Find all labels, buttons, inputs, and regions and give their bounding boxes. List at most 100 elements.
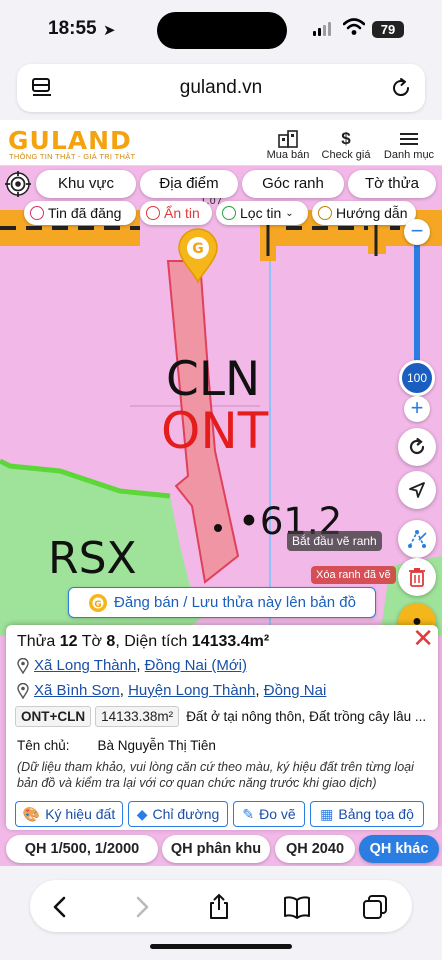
parcel-area: 14133.4m²: [191, 633, 270, 650]
posted-listings-button[interactable]: Tin đã đăng: [24, 201, 136, 225]
owner-name: Bà Nguyễn Thị Tiên: [97, 738, 216, 753]
refresh-map-button[interactable]: [398, 428, 436, 466]
battery-indicator: 79: [372, 21, 404, 38]
navigation-arrow-icon: [409, 482, 425, 498]
nav-label: Danh mục: [383, 149, 435, 161]
parcel-info-card: Thửa 12 Tờ 8, Diện tích 14133.4m² ✕ Xã L…: [6, 625, 438, 830]
clear-boundary-button[interactable]: [398, 558, 436, 596]
publish-label: Đăng bán / Lưu thửa này lên bản đồ: [114, 594, 356, 611]
url-domain[interactable]: guland.vn: [17, 77, 425, 99]
tab-qh-2040[interactable]: QH 2040: [275, 835, 355, 863]
zoom-level-knob[interactable]: 100: [399, 360, 435, 396]
parcel-number: 12: [59, 633, 78, 650]
tab-qh-1-500[interactable]: QH 1/500, 1/2000: [6, 835, 158, 863]
coordinate-table-button[interactable]: ▦ Bảng tọa độ: [310, 801, 424, 827]
close-card-icon[interactable]: ✕: [412, 625, 434, 651]
filter-pin-icon: [222, 206, 236, 220]
button-label: Bảng tọa độ: [338, 806, 414, 822]
nav-danh-muc[interactable]: Danh mục: [382, 129, 436, 161]
nav-label: Mua bán: [266, 149, 310, 161]
publish-parcel-button[interactable]: G Đăng bán / Lưu thửa này lên bản đồ: [68, 587, 376, 618]
tab-qh-phan-khu[interactable]: QH phân khu: [162, 835, 270, 863]
filter-listings-button[interactable]: Lọc tin ⌄: [216, 201, 308, 225]
address-old: Xã Bình Sơn, Huyện Long Thành, Đồng Nai: [17, 682, 326, 699]
filter-khu-vuc-button[interactable]: Khu vực: [36, 170, 136, 198]
button-label: Đo vẽ: [259, 806, 296, 822]
address-field[interactable]: guland.vn: [17, 64, 425, 112]
filter-to-thua-button[interactable]: Tờ thửa: [348, 170, 436, 198]
map-label-rsx: RSX: [48, 533, 137, 584]
site-header: GULAND THÔNG TIN THẬT - GIÁ TRỊ THẬT Mua…: [0, 120, 442, 166]
share-icon[interactable]: [205, 893, 233, 921]
table-icon: ▦: [320, 805, 334, 822]
status-time: 18:55: [48, 18, 97, 39]
filter-dia-diem-button[interactable]: Địa điểm: [140, 170, 238, 198]
measure-button[interactable]: ✎ Đo vẽ: [233, 801, 305, 827]
button-label: Lọc tin: [240, 205, 282, 221]
guland-g-icon: G: [89, 593, 108, 612]
land-legend-button[interactable]: 🎨 Ký hiệu đất: [15, 801, 123, 827]
palette-icon: 🎨: [22, 805, 41, 822]
planning-tabs: QH 1/500, 1/2000 QH phân khu QH 2040 QH …: [0, 834, 442, 864]
nav-label: Check giá: [321, 149, 371, 161]
button-label: Ký hiệu đất: [45, 806, 116, 822]
parcel-actions: 🎨 Ký hiệu đất ◆ Chỉ đường ✎ Đo vẽ ▦ Bảng…: [0, 801, 442, 829]
button-label: Tin đã đăng: [48, 205, 122, 221]
dynamic-island: [157, 12, 287, 49]
directions-button[interactable]: ◆ Chỉ đường: [128, 801, 228, 827]
parcel-marker-icon[interactable]: G: [177, 228, 219, 284]
zoom-top-handle[interactable]: −: [404, 219, 430, 245]
home-indicator: [150, 944, 292, 949]
back-icon[interactable]: [46, 893, 74, 921]
gps-locate-icon[interactable]: [5, 171, 31, 197]
nav-mua-ban[interactable]: Mua bán: [265, 129, 311, 161]
forward-icon[interactable]: [128, 893, 156, 921]
hamburger-icon: [382, 129, 436, 149]
district-link[interactable]: Huyện Long Thành: [128, 682, 255, 699]
map-label-cln: CLN: [166, 352, 261, 407]
land-area-badge: 14133.38m²: [95, 706, 180, 727]
status-bar: 18:55 ➤ 79: [0, 0, 442, 60]
commune-link[interactable]: Xã Long Thành: [34, 657, 136, 674]
navigate-button[interactable]: [398, 471, 436, 509]
draw-boundary-button[interactable]: [398, 520, 436, 558]
browser-toolbar-pill: [30, 880, 412, 932]
button-label: Ẩn tin: [164, 205, 200, 221]
trash-icon: [409, 568, 425, 587]
province-link[interactable]: Đồng Nai (Mới): [145, 657, 247, 674]
reload-icon[interactable]: [389, 76, 413, 100]
tab-qh-khac[interactable]: QH khác: [359, 835, 439, 863]
directions-icon: ◆: [136, 805, 148, 822]
refresh-icon: [409, 437, 425, 455]
land-type-row: ONT+CLN 14133.38m² Đất ở tại nông thôn, …: [15, 706, 435, 727]
province-link[interactable]: Đồng Nai: [264, 682, 327, 699]
bookmarks-icon[interactable]: [283, 893, 311, 921]
owner-label: Tên chủ:: [17, 738, 70, 753]
hide-listings-button[interactable]: Ẩn tin: [140, 201, 212, 225]
dollar-icon: $: [341, 129, 351, 148]
nav-check-gia[interactable]: $ Check giá: [320, 129, 372, 161]
map-label-ont: ONT: [161, 402, 269, 460]
cellular-signal-icon: [313, 22, 331, 36]
filter-goc-ranh-button[interactable]: Góc ranh: [242, 170, 344, 198]
draw-boundary-tooltip: Bắt đầu vẽ ranh: [287, 531, 382, 551]
guide-icon: [318, 206, 332, 220]
commune-link[interactable]: Xã Bình Sơn: [34, 682, 120, 699]
land-description: Đất ở tại nông thôn, Đất trồng cây lâu .…: [186, 709, 427, 724]
tabs-icon[interactable]: [361, 893, 389, 921]
location-pin-icon: [17, 682, 29, 699]
wifi-icon: [343, 18, 365, 35]
guide-button[interactable]: Hướng dẫn: [312, 201, 416, 225]
measure-icon: ✎: [242, 805, 255, 822]
disclaimer-note: (Dữ liệu tham khảo, vui lòng căn cứ theo…: [17, 760, 414, 790]
svg-text:G: G: [94, 600, 101, 610]
draw-polygon-icon: [408, 530, 427, 548]
parcel-title: Thửa 12 Tờ 8, Diện tích 14133.4m²: [17, 633, 270, 650]
guland-logo[interactable]: GULAND: [8, 126, 132, 155]
button-label: Chỉ đường: [152, 806, 220, 822]
owner-row: Tên chủ: Bà Nguyễn Thị Tiên: [17, 738, 216, 753]
button-label: Hướng dẫn: [336, 205, 408, 221]
sheet-number: 8: [106, 633, 116, 650]
posted-icon: [30, 206, 44, 220]
zoom-in-button[interactable]: +: [404, 396, 430, 422]
